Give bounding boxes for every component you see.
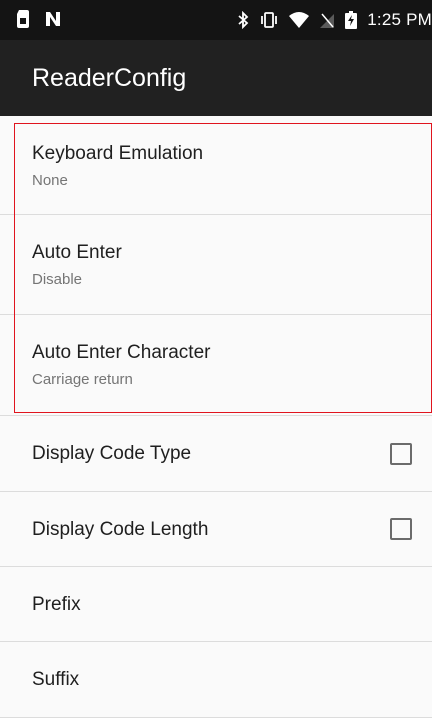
pref-title: Prefix	[32, 594, 81, 615]
display-code-length-checkbox[interactable]	[390, 518, 412, 540]
app-title: ReaderConfig	[32, 64, 187, 92]
pref-summary: Carriage return	[32, 371, 133, 388]
status-time: 1:25 PM	[367, 10, 432, 29]
pref-auto-enter[interactable]: Auto Enter Disable	[0, 215, 432, 315]
status-bar: 1:25 PM	[0, 0, 432, 40]
pref-prefix[interactable]: Prefix	[0, 567, 432, 642]
pref-title: Suffix	[32, 669, 80, 690]
bluetooth-icon	[237, 11, 249, 29]
pref-display-code-type[interactable]: Display Code Type	[0, 416, 432, 492]
no-signal-icon	[319, 11, 335, 29]
pref-title: Display Code Length	[32, 519, 209, 540]
nfc-icon	[44, 10, 62, 28]
vibrate-icon	[259, 11, 279, 29]
pref-title: Auto Enter Character	[32, 342, 211, 363]
pref-summary: None	[32, 172, 68, 189]
pref-title: Auto Enter	[32, 242, 122, 263]
wifi-icon	[289, 11, 310, 29]
sim-card-icon	[16, 10, 30, 28]
battery-charging-icon	[345, 11, 358, 29]
pref-title: Display Code Type	[32, 443, 192, 464]
pref-auto-enter-character[interactable]: Auto Enter Character Carriage return	[0, 315, 432, 416]
app-bar: ReaderConfig	[0, 40, 432, 116]
pref-keyboard-emulation[interactable]: Keyboard Emulation None	[0, 116, 432, 215]
pref-summary: Disable	[32, 271, 83, 288]
display-code-type-checkbox[interactable]	[390, 443, 412, 465]
pref-suffix[interactable]: Suffix	[0, 642, 432, 718]
pref-display-code-length[interactable]: Display Code Length	[0, 492, 432, 567]
pref-title: Keyboard Emulation	[32, 143, 204, 164]
